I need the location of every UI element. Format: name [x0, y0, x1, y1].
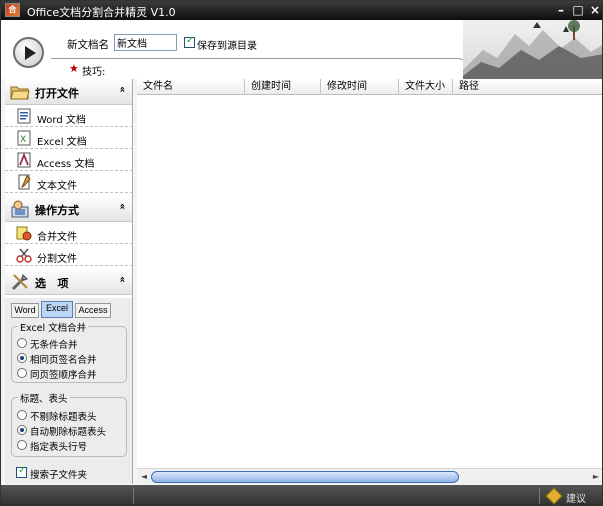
- app-logo-icon: 合: [5, 3, 20, 17]
- maximize-button[interactable]: □: [571, 3, 585, 17]
- group-operation[interactable]: 操作方式 «: [5, 196, 132, 222]
- minimize-button[interactable]: –: [554, 3, 568, 17]
- group-options[interactable]: 选 项 «: [5, 269, 132, 295]
- app-window: 合 Office文档分割合并精灵 V1.0 – □ × 新文档名 保存到源目录 …: [0, 0, 603, 506]
- search-subfolders-checkbox[interactable]: [16, 465, 27, 478]
- column-header-created[interactable]: 创建时间: [245, 79, 321, 95]
- play-icon: [25, 46, 36, 60]
- text-file-icon: [18, 174, 31, 190]
- sidebar-item-access[interactable]: Access 文档: [5, 149, 132, 171]
- save-to-source-checkbox[interactable]: [184, 35, 195, 48]
- tab-excel[interactable]: Excel: [41, 301, 73, 318]
- scroll-right-icon[interactable]: ►: [590, 471, 602, 483]
- sidebar-item-label: 分割文件: [37, 254, 77, 265]
- table-header: 文件名 创建时间 修改时间 文件大小 路径: [137, 79, 602, 95]
- sidebar-item-text[interactable]: 文本文件: [5, 171, 132, 193]
- sidebar-item-merge[interactable]: 合并文件: [5, 222, 132, 244]
- radio-label: 无条件合并: [30, 340, 78, 351]
- radio-label: 自动剔除标题表头: [30, 427, 107, 438]
- window-title: Office文档分割合并精灵 V1.0: [27, 6, 176, 19]
- radio-button[interactable]: [17, 338, 27, 348]
- tip-star-icon: ★: [69, 62, 79, 75]
- search-subfolders-label: 搜索子文件夹: [30, 470, 88, 481]
- radio-button[interactable]: [17, 440, 27, 450]
- status-bar: 建议: [1, 485, 602, 505]
- doc-name-label: 新文档名: [67, 39, 109, 51]
- radio-label: 不剔除标题表头: [30, 412, 97, 423]
- sidebar-item-label: Access 文档: [37, 159, 95, 170]
- horizontal-scrollbar[interactable]: ◄ ►: [137, 468, 602, 484]
- sidebar-item-excel[interactable]: X Excel 文档: [5, 127, 132, 149]
- save-to-source-label: 保存到源目录: [197, 41, 257, 52]
- excel-merge-legend: Excel 文档合并: [18, 320, 89, 334]
- open-folder-icon: [10, 86, 30, 100]
- tools-icon: [11, 274, 28, 291]
- options-panel: Word Excel Access Excel 文档合并 无条件合并 相同页签名…: [5, 298, 132, 484]
- suggest-link[interactable]: 建议: [566, 490, 586, 505]
- scroll-left-icon[interactable]: ◄: [138, 471, 150, 483]
- sidebar-item-split[interactable]: 分割文件: [5, 244, 132, 266]
- word-doc-icon: [17, 108, 31, 124]
- suggest-diamond-icon: [545, 487, 563, 505]
- radio-button[interactable]: [17, 353, 27, 363]
- tip-label: 技巧:: [82, 67, 106, 78]
- group-open-file[interactable]: 打开文件 «: [5, 79, 132, 105]
- merge-file-icon: [16, 226, 32, 241]
- column-header-filename[interactable]: 文件名: [137, 79, 245, 95]
- radio-button[interactable]: [17, 410, 27, 420]
- table-body[interactable]: [137, 95, 602, 468]
- scissors-icon: [16, 248, 32, 263]
- collapse-chevron-icon: «: [116, 203, 128, 210]
- landscape-banner-image: [463, 20, 602, 79]
- sidebar-item-label: 文本文件: [37, 181, 77, 192]
- close-button[interactable]: ×: [588, 3, 602, 17]
- radio-label: 同页签顺序合并: [30, 370, 97, 381]
- run-button[interactable]: [13, 37, 44, 68]
- excel-doc-icon: X: [17, 130, 31, 146]
- column-header-size[interactable]: 文件大小: [399, 79, 453, 95]
- tab-word[interactable]: Word: [11, 303, 39, 318]
- doc-name-input[interactable]: [114, 34, 177, 51]
- sidebar-item-word[interactable]: Word 文档: [5, 105, 132, 127]
- status-divider: [133, 488, 134, 504]
- operation-mode-icon: [11, 200, 29, 218]
- header-area: 新文档名 保存到源目录 ★ 技巧:: [1, 20, 602, 79]
- radio-label: 指定表头行号: [30, 442, 88, 453]
- status-divider: [539, 488, 540, 504]
- excel-merge-group: Excel 文档合并 无条件合并 相同页签名合并 同页签顺序合并: [11, 320, 127, 383]
- title-bar[interactable]: 合 Office文档分割合并精灵 V1.0 – □ ×: [1, 1, 602, 20]
- radio-label: 相同页签名合并: [30, 355, 97, 366]
- collapse-chevron-icon: «: [116, 86, 128, 93]
- header-divider: [51, 58, 471, 78]
- sidebar-item-label: Excel 文档: [37, 137, 87, 148]
- sidebar-item-label: Word 文档: [37, 115, 86, 126]
- radio-button[interactable]: [17, 368, 27, 378]
- group-options-title: 选 项: [35, 277, 69, 290]
- title-header-group: 标题、表头 不剔除标题表头 自动剔除标题表头 指定表头行号: [11, 391, 127, 457]
- svg-text:X: X: [20, 135, 26, 145]
- access-doc-icon: [17, 152, 31, 168]
- tab-access[interactable]: Access: [75, 303, 111, 318]
- file-list: 文件名 创建时间 修改时间 文件大小 路径 ◄ ►: [137, 79, 602, 484]
- collapse-chevron-icon: «: [116, 276, 128, 283]
- scrollbar-thumb[interactable]: [151, 471, 459, 483]
- column-header-modified[interactable]: 修改时间: [321, 79, 399, 95]
- sidebar-item-label: 合并文件: [37, 232, 77, 243]
- group-operation-title: 操作方式: [35, 204, 79, 217]
- group-open-file-title: 打开文件: [35, 87, 79, 100]
- sidebar: 打开文件 « Word 文档 X Excel 文档 Access 文档 文本文件…: [5, 79, 133, 484]
- title-header-legend: 标题、表头: [18, 391, 70, 405]
- column-header-path[interactable]: 路径: [453, 79, 602, 95]
- radio-button[interactable]: [17, 425, 27, 435]
